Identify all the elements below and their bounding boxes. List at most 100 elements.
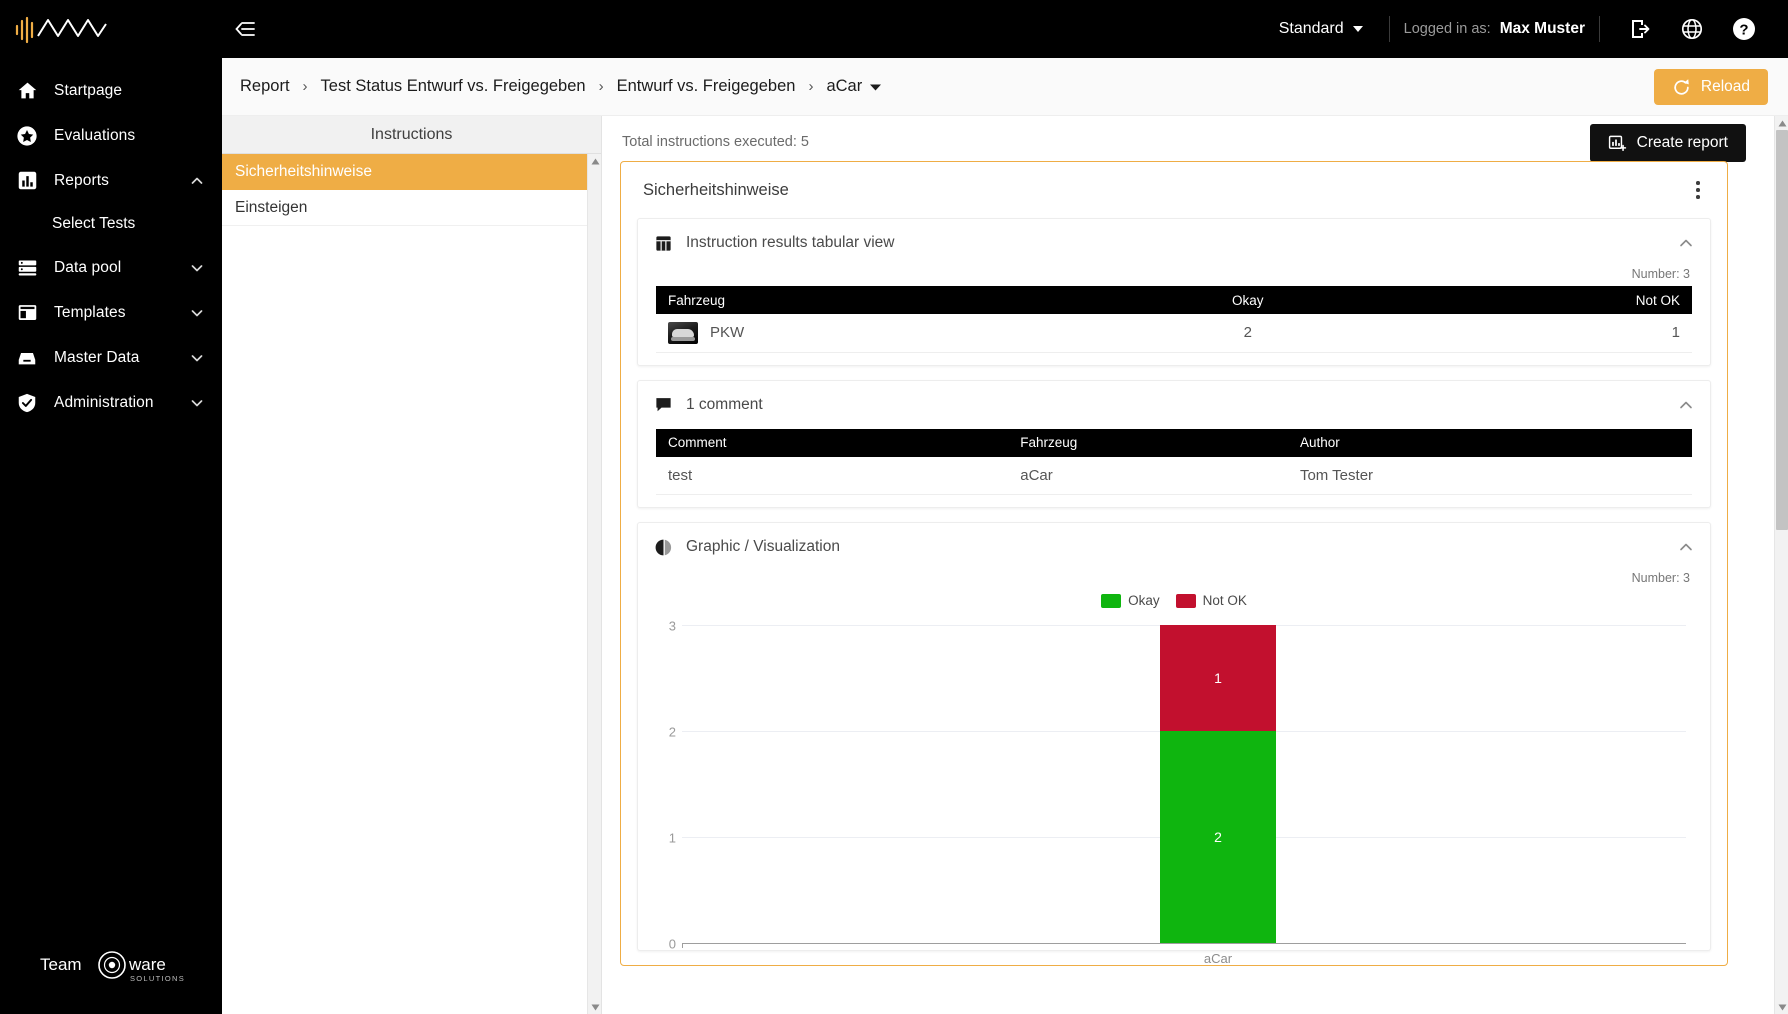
bar-segment-not-ok[interactable]: 1 <box>1160 625 1276 731</box>
database-icon <box>14 255 40 281</box>
legend-label-not-ok: Not OK <box>1202 593 1247 608</box>
app-logo[interactable] <box>0 0 222 58</box>
layout-icon <box>14 300 40 326</box>
bar-segment-okay[interactable]: 2 <box>1160 731 1276 943</box>
logout-icon[interactable] <box>1614 0 1666 58</box>
instructions-panel-title: Instructions <box>222 116 601 154</box>
sidebar-item-administration[interactable]: Administration <box>0 380 222 425</box>
column-header-author: Author <box>1287 428 1692 457</box>
legend-swatch-okay <box>1101 593 1122 608</box>
collapse-sidebar-icon[interactable] <box>222 0 268 58</box>
sidebar-item-reports[interactable]: Reports <box>0 158 222 203</box>
create-report-button[interactable]: Create report <box>1589 124 1746 162</box>
chevron-up-icon[interactable] <box>1678 397 1694 413</box>
cell-author: Tom Tester <box>1287 456 1692 495</box>
breadcrumb-item-acar[interactable]: aCar <box>826 77 882 96</box>
user-name: Max Muster <box>1499 20 1585 37</box>
main-scrollbar[interactable] <box>1774 116 1788 1014</box>
sidebar-item-master-data[interactable]: Master Data <box>0 335 222 380</box>
instruction-item-sicherheitshinweise[interactable]: Sicherheitshinweise <box>222 154 601 190</box>
car-thumbnail-icon <box>668 321 698 344</box>
sidebar-item-evaluations[interactable]: Evaluations <box>0 113 222 158</box>
instruction-item-einsteigen[interactable]: Einsteigen <box>222 190 601 226</box>
total-instructions-executed: Total instructions executed: 5 <box>622 134 809 150</box>
number-note: Number: 3 <box>1631 571 1690 585</box>
instructions-scrollbar[interactable] <box>587 154 601 1014</box>
chart-container: Number: 3 Okay Not OK 3 2 1 0 1 2 aCar <box>638 571 1710 966</box>
legend-item-not-ok[interactable]: Not OK <box>1175 593 1247 608</box>
chevron-up-icon[interactable] <box>1678 235 1694 251</box>
breadcrumb-separator: › <box>598 78 604 95</box>
logged-in-label: Logged in as: <box>1403 21 1491 37</box>
kebab-dot <box>1696 188 1700 192</box>
sidebar-item-data-pool[interactable]: Data pool <box>0 245 222 290</box>
sidebar: Startpage Evaluations Reports Select Tes… <box>0 58 222 1014</box>
cell-comment: test <box>656 456 1009 495</box>
sidebar-item-label: Reports <box>54 171 109 189</box>
instructions-panel: Instructions Sicherheitshinweise Einstei… <box>222 116 602 1014</box>
brand-wave-logo-icon <box>15 16 107 44</box>
scroll-up-arrow-icon[interactable] <box>588 154 602 168</box>
star-icon <box>14 123 40 149</box>
y-axis-tick-label: 2 <box>668 724 676 740</box>
instruction-item-label: Einsteigen <box>235 198 308 216</box>
sidebar-item-label: Data pool <box>54 258 122 276</box>
profile-selector[interactable]: Standard <box>1267 20 1375 38</box>
report-card-title: Sicherheitshinweise <box>643 180 789 199</box>
main-scrollbar-thumb[interactable] <box>1776 130 1788 530</box>
legend-item-okay[interactable]: Okay <box>1101 593 1160 608</box>
sidebar-item-startpage[interactable]: Startpage <box>0 68 222 113</box>
column-header-okay: Okay <box>1119 286 1377 314</box>
y-axis-tick-label: 1 <box>668 830 676 846</box>
sidebar-item-templates[interactable]: Templates <box>0 290 222 335</box>
chevron-down-icon[interactable] <box>190 351 204 365</box>
section-title: Instruction results tabular view <box>686 234 895 251</box>
scroll-down-arrow-icon[interactable] <box>588 1000 602 1014</box>
scroll-down-arrow-icon[interactable] <box>1775 1000 1788 1014</box>
cell-not-ok: 1 <box>1376 314 1692 353</box>
x-axis-tick <box>682 943 683 948</box>
section-header[interactable]: Graphic / Visualization <box>638 523 1710 571</box>
chevron-up-icon[interactable] <box>1678 539 1694 555</box>
chevron-down-icon[interactable] <box>190 306 204 320</box>
refresh-icon <box>1674 78 1689 95</box>
company-logo: Team ware SOLUTIONS <box>0 944 222 988</box>
section-title: Graphic / Visualization <box>686 538 840 555</box>
breadcrumb-item-entwurf[interactable]: Entwurf vs. Freigegeben <box>617 77 796 96</box>
top-bar: Standard Logged in as: Max Muster ? <box>0 0 1788 58</box>
report-column: Total instructions executed: 5 Create re… <box>602 116 1788 1014</box>
cell-fahrzeug-label: PKW <box>710 324 745 342</box>
chevron-down-icon[interactable] <box>190 396 204 410</box>
sidebar-item-label: Administration <box>54 393 154 411</box>
topbar-actions: Standard Logged in as: Max Muster ? <box>1267 0 1788 58</box>
svg-text:?: ? <box>1739 22 1748 39</box>
sidebar-item-select-tests[interactable]: Select Tests <box>0 203 222 245</box>
chevron-up-icon[interactable] <box>190 174 204 188</box>
x-axis-line <box>682 943 1686 948</box>
chevron-down-icon[interactable] <box>190 261 204 275</box>
table-header-row: Comment Fahrzeug Author <box>656 428 1692 457</box>
divider <box>1599 16 1600 42</box>
comment-icon <box>652 394 674 416</box>
scroll-up-arrow-icon[interactable] <box>1775 116 1788 130</box>
stacked-bar-acar[interactable]: 1 2 <box>1160 625 1276 943</box>
kebab-dot <box>1696 181 1700 185</box>
section-body: Number: 3 Fahrzeug Okay Not OK PKW 2 1 <box>638 267 1710 365</box>
column-header-not-ok: Not OK <box>1376 286 1692 314</box>
reload-button[interactable]: Reload <box>1653 69 1768 105</box>
breadcrumb-item-report[interactable]: Report <box>240 77 290 96</box>
section-header[interactable]: 1 comment <box>638 381 1710 429</box>
breadcrumb-item-test-status[interactable]: Test Status Entwurf vs. Freigegeben <box>321 77 586 96</box>
breadcrumb-item-acar-label: aCar <box>826 77 863 95</box>
bar-chart-icon <box>14 168 40 194</box>
cell-fahrzeug: aCar <box>1008 456 1288 495</box>
column-header-fahrzeug: Fahrzeug <box>1008 428 1288 457</box>
svg-text:Team: Team <box>40 955 82 974</box>
section-header[interactable]: Instruction results tabular view <box>638 219 1710 267</box>
chevron-down-icon <box>870 84 882 90</box>
help-icon[interactable]: ? <box>1718 0 1770 58</box>
cell-okay: 2 <box>1119 314 1377 353</box>
globe-icon[interactable] <box>1666 0 1718 58</box>
number-note: Number: 3 <box>1631 267 1690 281</box>
more-vertical-icon[interactable] <box>1685 174 1711 206</box>
